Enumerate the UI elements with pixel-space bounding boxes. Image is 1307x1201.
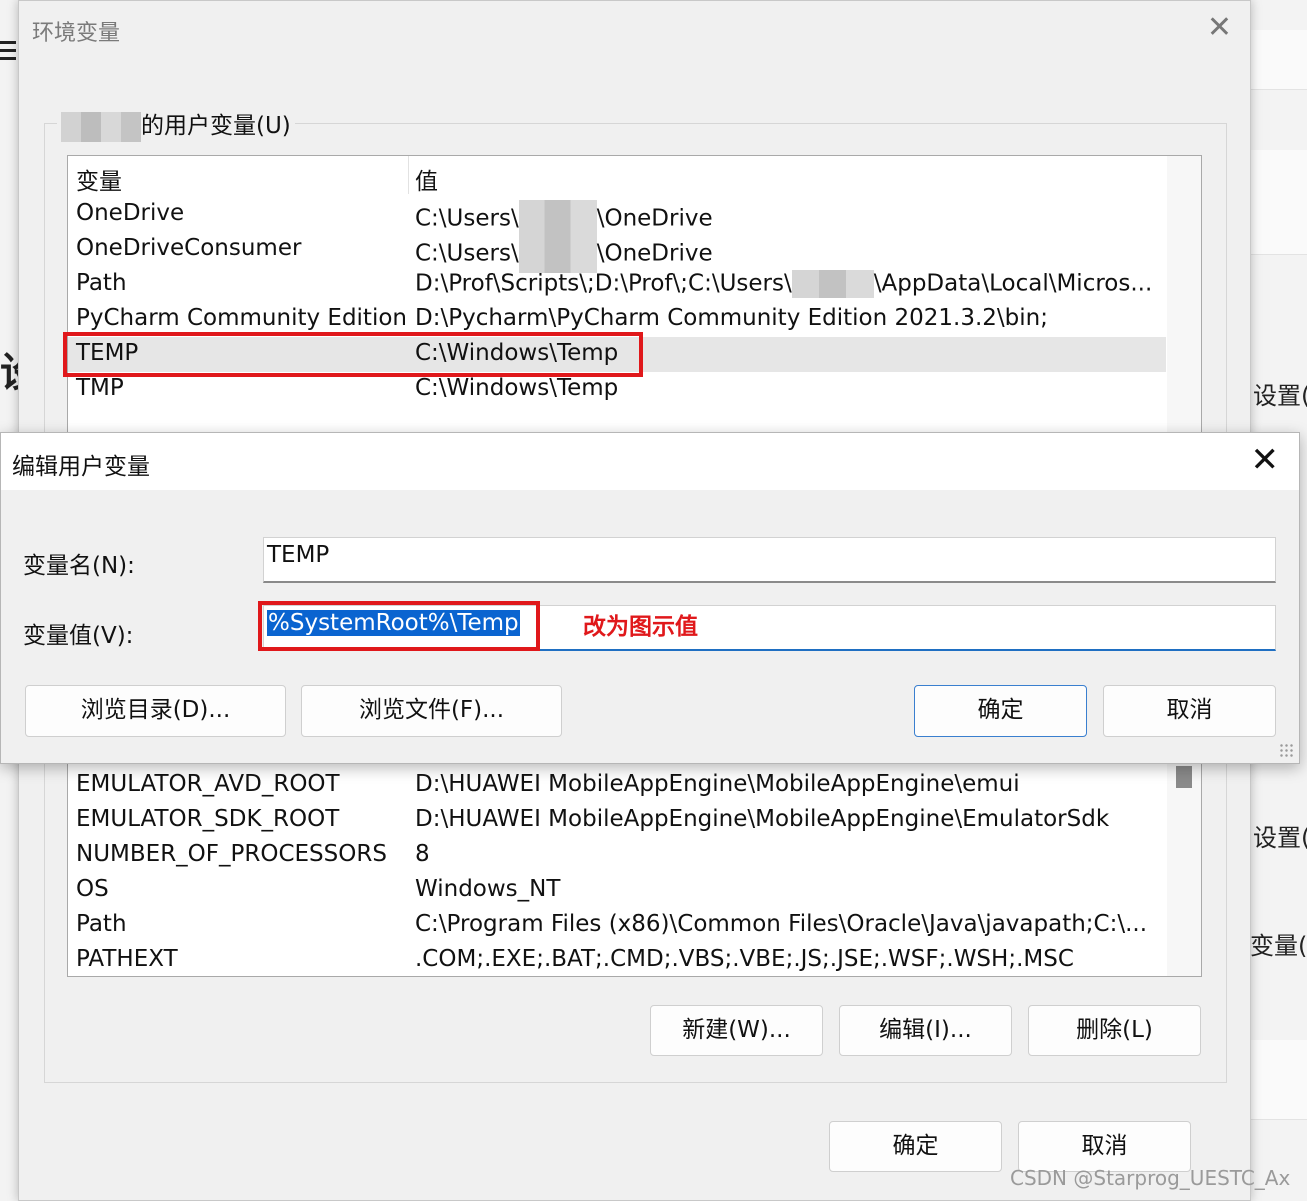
- annotation-text: 改为图示值: [583, 614, 698, 640]
- table-row[interactable]: OS Windows_NT: [68, 873, 1166, 908]
- header-value[interactable]: 值: [415, 162, 438, 196]
- dialog-title: 编辑用户变量: [12, 454, 150, 480]
- variable-name-input[interactable]: TEMP: [263, 537, 1276, 583]
- browse-file-button[interactable]: 浏览文件(F)...: [301, 685, 562, 737]
- user-variables-label: 的用户变量(U): [57, 106, 295, 142]
- resize-grip-icon[interactable]: [1279, 743, 1295, 759]
- variable-value: D:\HUAWEI MobileAppEngine\MobileAppEngin…: [415, 806, 1110, 832]
- close-icon[interactable]: ✕: [1251, 443, 1280, 477]
- variable-value: .COM;.EXE;.BAT;.CMD;.VBS;.VBE;.JS;.JSE;.…: [415, 946, 1074, 972]
- bg-panel: [1250, 150, 1307, 255]
- menu-icon[interactable]: [0, 38, 18, 64]
- edit-user-variable-dialog: 编辑用户变量 ✕ 变量名(N): TEMP 变量值(V): %SystemRoo…: [0, 432, 1300, 764]
- table-row[interactable]: EMULATOR_AVD_ROOT D:\HUAWEI MobileAppEng…: [68, 768, 1166, 803]
- variable-value: C:\Windows\Temp: [415, 375, 619, 401]
- header-variable[interactable]: 变量: [76, 162, 122, 196]
- variable-name: EMULATOR_AVD_ROOT: [76, 771, 340, 797]
- variable-name: TMP: [76, 375, 124, 401]
- user-variables-list[interactable]: 变量 值 OneDrive C:\Users\ \OneDrive OneDriv…: [67, 155, 1202, 455]
- table-row[interactable]: TMP C:\Windows\Temp: [68, 372, 1166, 407]
- variable-value-label: 变量值(V):: [23, 623, 134, 649]
- bg-panel: [1250, 1040, 1307, 1120]
- new-button[interactable]: 新建(W)...: [650, 1005, 823, 1056]
- bg-setting-fragment: 设置(: [1253, 382, 1307, 410]
- variable-name: NUMBER_OF_PROCESSORS: [76, 841, 387, 867]
- table-row[interactable]: OneDrive C:\Users\ \OneDrive: [68, 197, 1166, 238]
- bg-panel: [1250, 30, 1307, 90]
- cancel-button[interactable]: 取消: [1018, 1121, 1191, 1172]
- table-row[interactable]: EMULATOR_SDK_ROOT D:\HUAWEI MobileAppEng…: [68, 803, 1166, 838]
- dialog-title: 环境变量: [32, 21, 121, 46]
- title-bar: 编辑用户变量 ✕: [1, 433, 1299, 490]
- variable-value: 8: [415, 841, 430, 867]
- watermark: CSDN @Starprog_UESTC_Ax: [1010, 1166, 1291, 1190]
- variable-name-label: 变量名(N):: [23, 553, 135, 579]
- variable-name: PATHEXT: [76, 946, 178, 972]
- bg-setting-fragment: 设: [0, 340, 18, 398]
- variable-name: Path: [76, 270, 127, 296]
- variable-value: D:\Pycharm\PyCharm Community Edition 202…: [415, 305, 1048, 331]
- system-variables-list[interactable]: EMULATOR_AVD_ROOT D:\HUAWEI MobileAppEng…: [67, 751, 1202, 977]
- variable-value: D:\Prof\Scripts\;D:\Prof\;C:\Users\ \AppD…: [415, 270, 1153, 298]
- table-row[interactable]: OneDriveConsumer C:\Users\ \OneDrive: [68, 232, 1166, 273]
- redacted-username: [791, 270, 874, 298]
- close-icon[interactable]: ✕: [1207, 13, 1232, 43]
- input-text: TEMP: [267, 542, 330, 568]
- highlight-box: [63, 332, 643, 377]
- scrollbar-thumb[interactable]: [1176, 766, 1192, 788]
- variable-value: D:\HUAWEI MobileAppEngine\MobileAppEngin…: [415, 771, 1020, 797]
- variable-name: OneDrive: [76, 200, 185, 226]
- variable-name: OS: [76, 876, 109, 902]
- browse-directory-button[interactable]: 浏览目录(D)...: [25, 685, 286, 737]
- delete-button[interactable]: 删除(L): [1028, 1005, 1201, 1056]
- variable-name: OneDriveConsumer: [76, 235, 302, 261]
- ok-button[interactable]: 确定: [829, 1121, 1002, 1172]
- variable-value: C:\Program Files (x86)\Common Files\Orac…: [415, 911, 1148, 937]
- cancel-button[interactable]: 取消: [1103, 685, 1276, 737]
- user-group-label-text: 的用户变量(U): [141, 113, 291, 139]
- ok-button[interactable]: 确定: [914, 685, 1087, 737]
- variable-name: PyCharm Community Edition: [76, 305, 407, 331]
- variable-name: Path: [76, 911, 127, 937]
- list-header: 变量 值: [68, 156, 1166, 196]
- column-separator[interactable]: [408, 156, 409, 194]
- variable-name: EMULATOR_SDK_ROOT: [76, 806, 340, 832]
- scrollbar[interactable]: [1167, 752, 1201, 976]
- variable-value: Windows_NT: [415, 876, 561, 902]
- edit-button[interactable]: 编辑(I)...: [839, 1005, 1012, 1056]
- table-row[interactable]: NUMBER_OF_PROCESSORS 8: [68, 838, 1166, 873]
- bg-setting-fragment: 变量(N: [1250, 932, 1307, 960]
- scrollbar[interactable]: [1167, 156, 1201, 454]
- table-row[interactable]: Path D:\Prof\Scripts\;D:\Prof\;C:\Users\…: [68, 267, 1166, 302]
- bg-setting-fragment: 设置(: [1253, 824, 1307, 852]
- redacted-username: [61, 111, 141, 142]
- table-row[interactable]: Path C:\Program Files (x86)\Common Files…: [68, 908, 1166, 943]
- table-row[interactable]: PATHEXT .COM;.EXE;.BAT;.CMD;.VBS;.VBE;.J…: [68, 943, 1166, 976]
- highlight-box: [258, 601, 540, 651]
